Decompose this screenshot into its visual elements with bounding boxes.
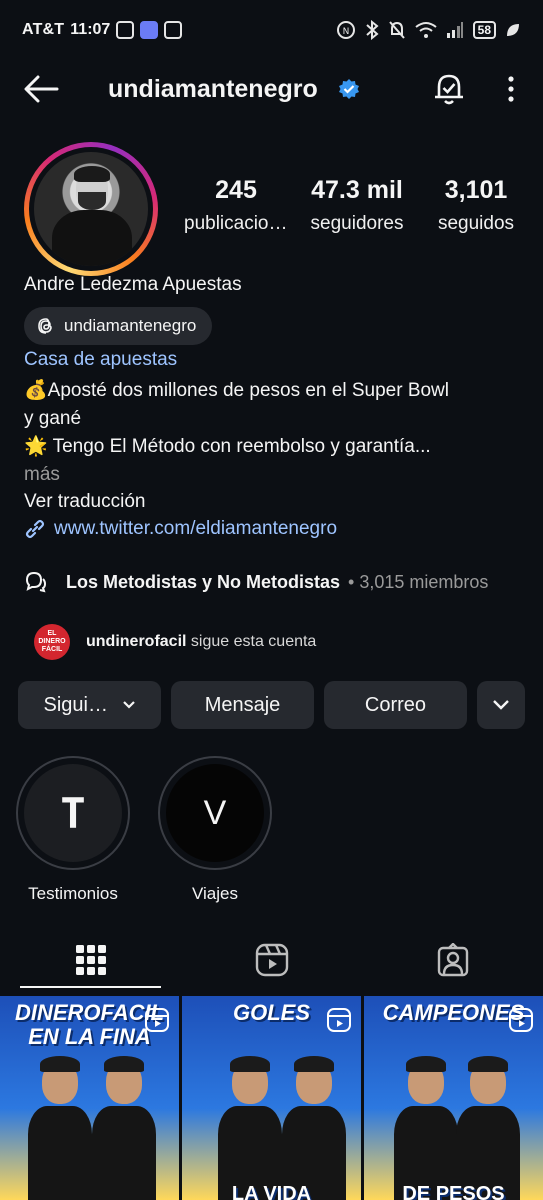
- instagram-notification-icon: [116, 21, 135, 39]
- bio-line: y gané: [24, 408, 82, 429]
- mail-notification-icon: [140, 21, 159, 39]
- tagged-person-icon: [437, 943, 468, 977]
- profile-stats: 245 publicaciones 47.3 mil seguidores 3,…: [184, 176, 524, 235]
- status-bar: AT&T 11:07 N 58: [0, 0, 543, 60]
- threads-badge[interactable]: undiamantenegro: [24, 307, 213, 345]
- bio-more-link[interactable]: más: [24, 461, 524, 489]
- more-vertical-icon: [508, 76, 514, 102]
- profile-avatar[interactable]: [34, 152, 148, 266]
- chevron-down-icon: [493, 700, 509, 710]
- notifications-bell-button[interactable]: [427, 67, 471, 111]
- email-button-label: Correo: [364, 693, 427, 716]
- reels-icon: [255, 943, 288, 977]
- following-label: seguidos: [437, 213, 515, 234]
- app-notification-icon: [164, 21, 183, 39]
- threads-icon: [38, 318, 52, 334]
- reel-indicator-icon: [145, 1008, 169, 1032]
- bio-line: 💰Aposté dos millones de pesos en el Supe…: [24, 380, 450, 401]
- suggested-accounts-button[interactable]: [477, 681, 525, 729]
- posts-count: 245: [215, 176, 257, 204]
- posts-grid: DINEROFACIL EN LA FINA GOLES LA VIDA CAM…: [0, 996, 543, 1200]
- post-thumbnail[interactable]: CAMPEONES DE PESOS: [364, 996, 543, 1200]
- external-link-url: www.twitter.com/eldiamantenegro: [54, 518, 338, 539]
- highlight-testimonios[interactable]: T Testimonios: [16, 756, 130, 904]
- following-count: 3,101: [444, 176, 508, 204]
- chevron-down-icon: [122, 701, 135, 709]
- back-button[interactable]: [20, 68, 62, 110]
- story-ring[interactable]: [24, 142, 158, 276]
- profile-content-tabs: [0, 932, 543, 988]
- tab-posts-grid[interactable]: [0, 932, 181, 988]
- message-button-label: Mensaje: [204, 693, 281, 716]
- followers-count: 47.3 mil: [311, 176, 403, 204]
- followers-stat[interactable]: 47.3 mil seguidores: [296, 176, 418, 235]
- channel-member-count: • 3,015 miembros: [348, 571, 489, 592]
- reel-indicator-icon: [509, 1008, 533, 1032]
- follower-avatar: EL DINERO FÁCIL: [34, 624, 70, 660]
- post-bottom-text: LA VIDA: [231, 1183, 312, 1200]
- story-highlights: T Testimonios V Viajes: [16, 756, 272, 904]
- email-button[interactable]: Correo: [324, 681, 467, 729]
- profile-category: Casa de apuestas: [24, 349, 178, 370]
- display-name: Andre Ledezma Apuestas: [24, 274, 242, 295]
- highlight-label: Testimonios: [28, 884, 118, 903]
- posts-stat[interactable]: 245 publicaciones: [184, 176, 288, 235]
- battery-indicator: 58: [472, 21, 496, 39]
- link-icon: [25, 519, 45, 539]
- posts-label: publicaciones: [184, 213, 288, 234]
- bell-check-icon: [435, 74, 463, 105]
- bio-line: 🌟 Tengo El Método con reembolso y garant…: [24, 436, 431, 457]
- highlight-letter: T: [60, 788, 86, 838]
- svg-text:N: N: [342, 27, 349, 37]
- threads-handle: undiamantenegro: [64, 316, 197, 335]
- post-thumbnail[interactable]: DINEROFACIL EN LA FINA: [0, 996, 179, 1200]
- tab-tagged[interactable]: [362, 932, 543, 988]
- channel-chat-icon: [25, 571, 47, 593]
- following-button[interactable]: Siguiendo: [18, 681, 161, 729]
- message-button[interactable]: Mensaje: [171, 681, 314, 729]
- tab-reels[interactable]: [181, 932, 362, 988]
- reel-indicator-icon: [327, 1008, 351, 1032]
- wifi-icon: [415, 22, 437, 38]
- profile-bio: 💰Aposté dos millones de pesos en el Supe…: [24, 377, 524, 489]
- options-menu-button[interactable]: [499, 67, 523, 111]
- highlight-viajes[interactable]: V Viajes: [158, 756, 272, 904]
- highlight-letter: V: [203, 793, 227, 832]
- profile-actions: Siguiendo Mensaje Correo: [18, 681, 525, 729]
- followed-by-row[interactable]: EL DINERO FÁCIL undinerofacil sigue esta…: [34, 624, 316, 660]
- clock: 11:07: [70, 21, 111, 38]
- following-button-label: Siguiendo: [43, 693, 114, 716]
- top-nav: undiamantenegro: [0, 60, 543, 118]
- follower-username: undinerofacil: [86, 633, 187, 650]
- data-saver-icon: N: [336, 21, 355, 39]
- grid-icon: [75, 945, 106, 975]
- channel-name: Los Metodistas y No Metodistas: [66, 571, 341, 592]
- see-translation-link[interactable]: Ver traducción: [24, 491, 145, 513]
- highlight-cover: T: [24, 764, 122, 862]
- carrier-label: AT&T: [22, 21, 65, 38]
- post-thumbnail[interactable]: GOLES LA VIDA: [182, 996, 361, 1200]
- signal-icon: [446, 22, 463, 38]
- leaf-icon: [507, 24, 519, 36]
- highlight-cover: V: [166, 764, 264, 862]
- external-link[interactable]: www.twitter.com/eldiamantenegro: [24, 518, 337, 540]
- bluetooth-icon: [365, 20, 379, 40]
- mute-icon: [388, 21, 405, 39]
- follower-suffix: sigue esta cuenta: [190, 633, 317, 650]
- profile-username-title: undiamantenegro: [108, 74, 318, 103]
- verified-badge-icon: [338, 79, 359, 99]
- arrow-left-icon: [24, 75, 59, 103]
- broadcast-channel-row[interactable]: Los Metodistas y No Metodistas • 3,015 m…: [24, 570, 524, 594]
- post-bottom-text: DE PESOS: [402, 1183, 505, 1200]
- following-stat[interactable]: 3,101 seguidos: [428, 176, 524, 235]
- followers-label: seguidores: [310, 213, 404, 234]
- highlight-label: Viajes: [192, 884, 238, 903]
